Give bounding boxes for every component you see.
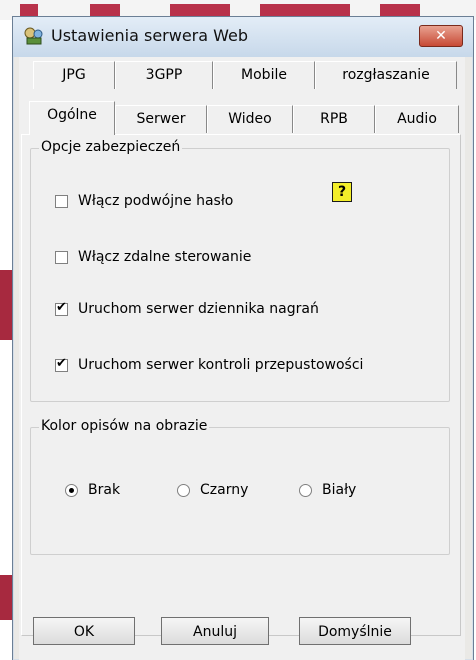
default-button-label: Domyślnie [318,624,392,640]
tab-panel-ogolne: Opcje zabezpieczeń Włącz podwójne hasło … [21,134,461,636]
tab-label: 3GPP [145,67,183,83]
cancel-button-label: Anuluj [193,624,237,640]
recording-log-server-label: Uruchom serwer dziennika nagrań [78,301,319,317]
bandwidth-control-server-label: Uruchom serwer kontroli przepustowości [78,357,364,373]
help-icon-glyph: ? [337,184,347,200]
color-option-black[interactable]: Czarny [177,480,248,500]
tab-serwer[interactable]: Serwer [115,105,207,133]
default-button[interactable]: Domyślnie [299,617,411,645]
close-button[interactable]: ✕ [419,25,463,47]
title-bar[interactable]: Ustawienia serwera Web ✕ [13,17,473,57]
tab-label: Ogólne [47,107,97,123]
color-black-label: Czarny [200,482,249,498]
tab-audio[interactable]: Audio [375,105,459,133]
double-password-label: Włącz podwójne hasło [78,193,234,209]
tab-label: Serwer [136,111,186,127]
dialog-client: JPG 3GPP Mobile rozgłaszanie Ogólne Serw… [19,57,465,660]
caption-color-group: Kolor opisów na obrazie Brak Czarny Biał… [30,418,450,555]
tab-label: Audio [397,111,437,127]
tab-label: Mobile [241,67,287,83]
color-white-radio[interactable] [299,483,312,497]
ok-button[interactable]: OK [33,617,135,645]
tab-rpb[interactable]: RPB [293,105,375,133]
tab-label: Wideo [228,111,272,127]
recording-log-server-option[interactable]: Uruchom serwer dziennika nagrań [55,299,319,319]
window-title: Ustawienia serwera Web [51,26,249,45]
cancel-button[interactable]: Anuluj [161,617,269,645]
help-icon[interactable]: ? [332,182,352,202]
double-password-option[interactable]: Włącz podwójne hasło [55,191,233,211]
remote-control-checkbox[interactable] [55,250,68,264]
tab-label: rozgłaszanie [342,67,430,83]
security-group-title: Opcje zabezpieczeń [39,139,183,155]
tab-ogolne[interactable]: Ogólne [29,101,115,135]
color-white-label: Biały [322,482,357,498]
tab-jpg[interactable]: JPG [33,61,115,89]
ok-button-label: OK [73,624,95,640]
double-password-checkbox[interactable] [55,194,68,208]
caption-color-group-title: Kolor opisów na obrazie [39,418,210,434]
remote-control-option[interactable]: Włącz zdalne sterowanie [55,247,251,267]
remote-control-label: Włącz zdalne sterowanie [78,249,252,265]
app-icon [24,27,43,45]
tab-mobile[interactable]: Mobile [213,61,315,89]
color-none-radio[interactable] [65,483,78,497]
recording-log-server-checkbox[interactable] [55,300,68,316]
color-black-radio[interactable] [177,483,190,497]
bandwidth-control-server-option[interactable]: Uruchom serwer kontroli przepustowości [55,355,363,375]
settings-dialog: Ustawienia serwera Web ✕ JPG 3GPP Mobile… [12,16,474,660]
tab-3gpp[interactable]: 3GPP [115,61,213,89]
security-options-group: Opcje zabezpieczeń Włącz podwójne hasło … [30,139,450,402]
color-option-none[interactable]: Brak [65,480,120,500]
color-option-white[interactable]: Biały [299,480,356,500]
bandwidth-control-server-checkbox[interactable] [55,356,68,372]
tab-label: RPB [320,111,348,127]
close-icon: ✕ [435,28,447,44]
tab-label: JPG [62,67,86,83]
tab-rozglaszanie[interactable]: rozgłaszanie [315,61,457,89]
color-none-label: Brak [88,482,121,498]
tab-wideo[interactable]: Wideo [207,105,293,133]
